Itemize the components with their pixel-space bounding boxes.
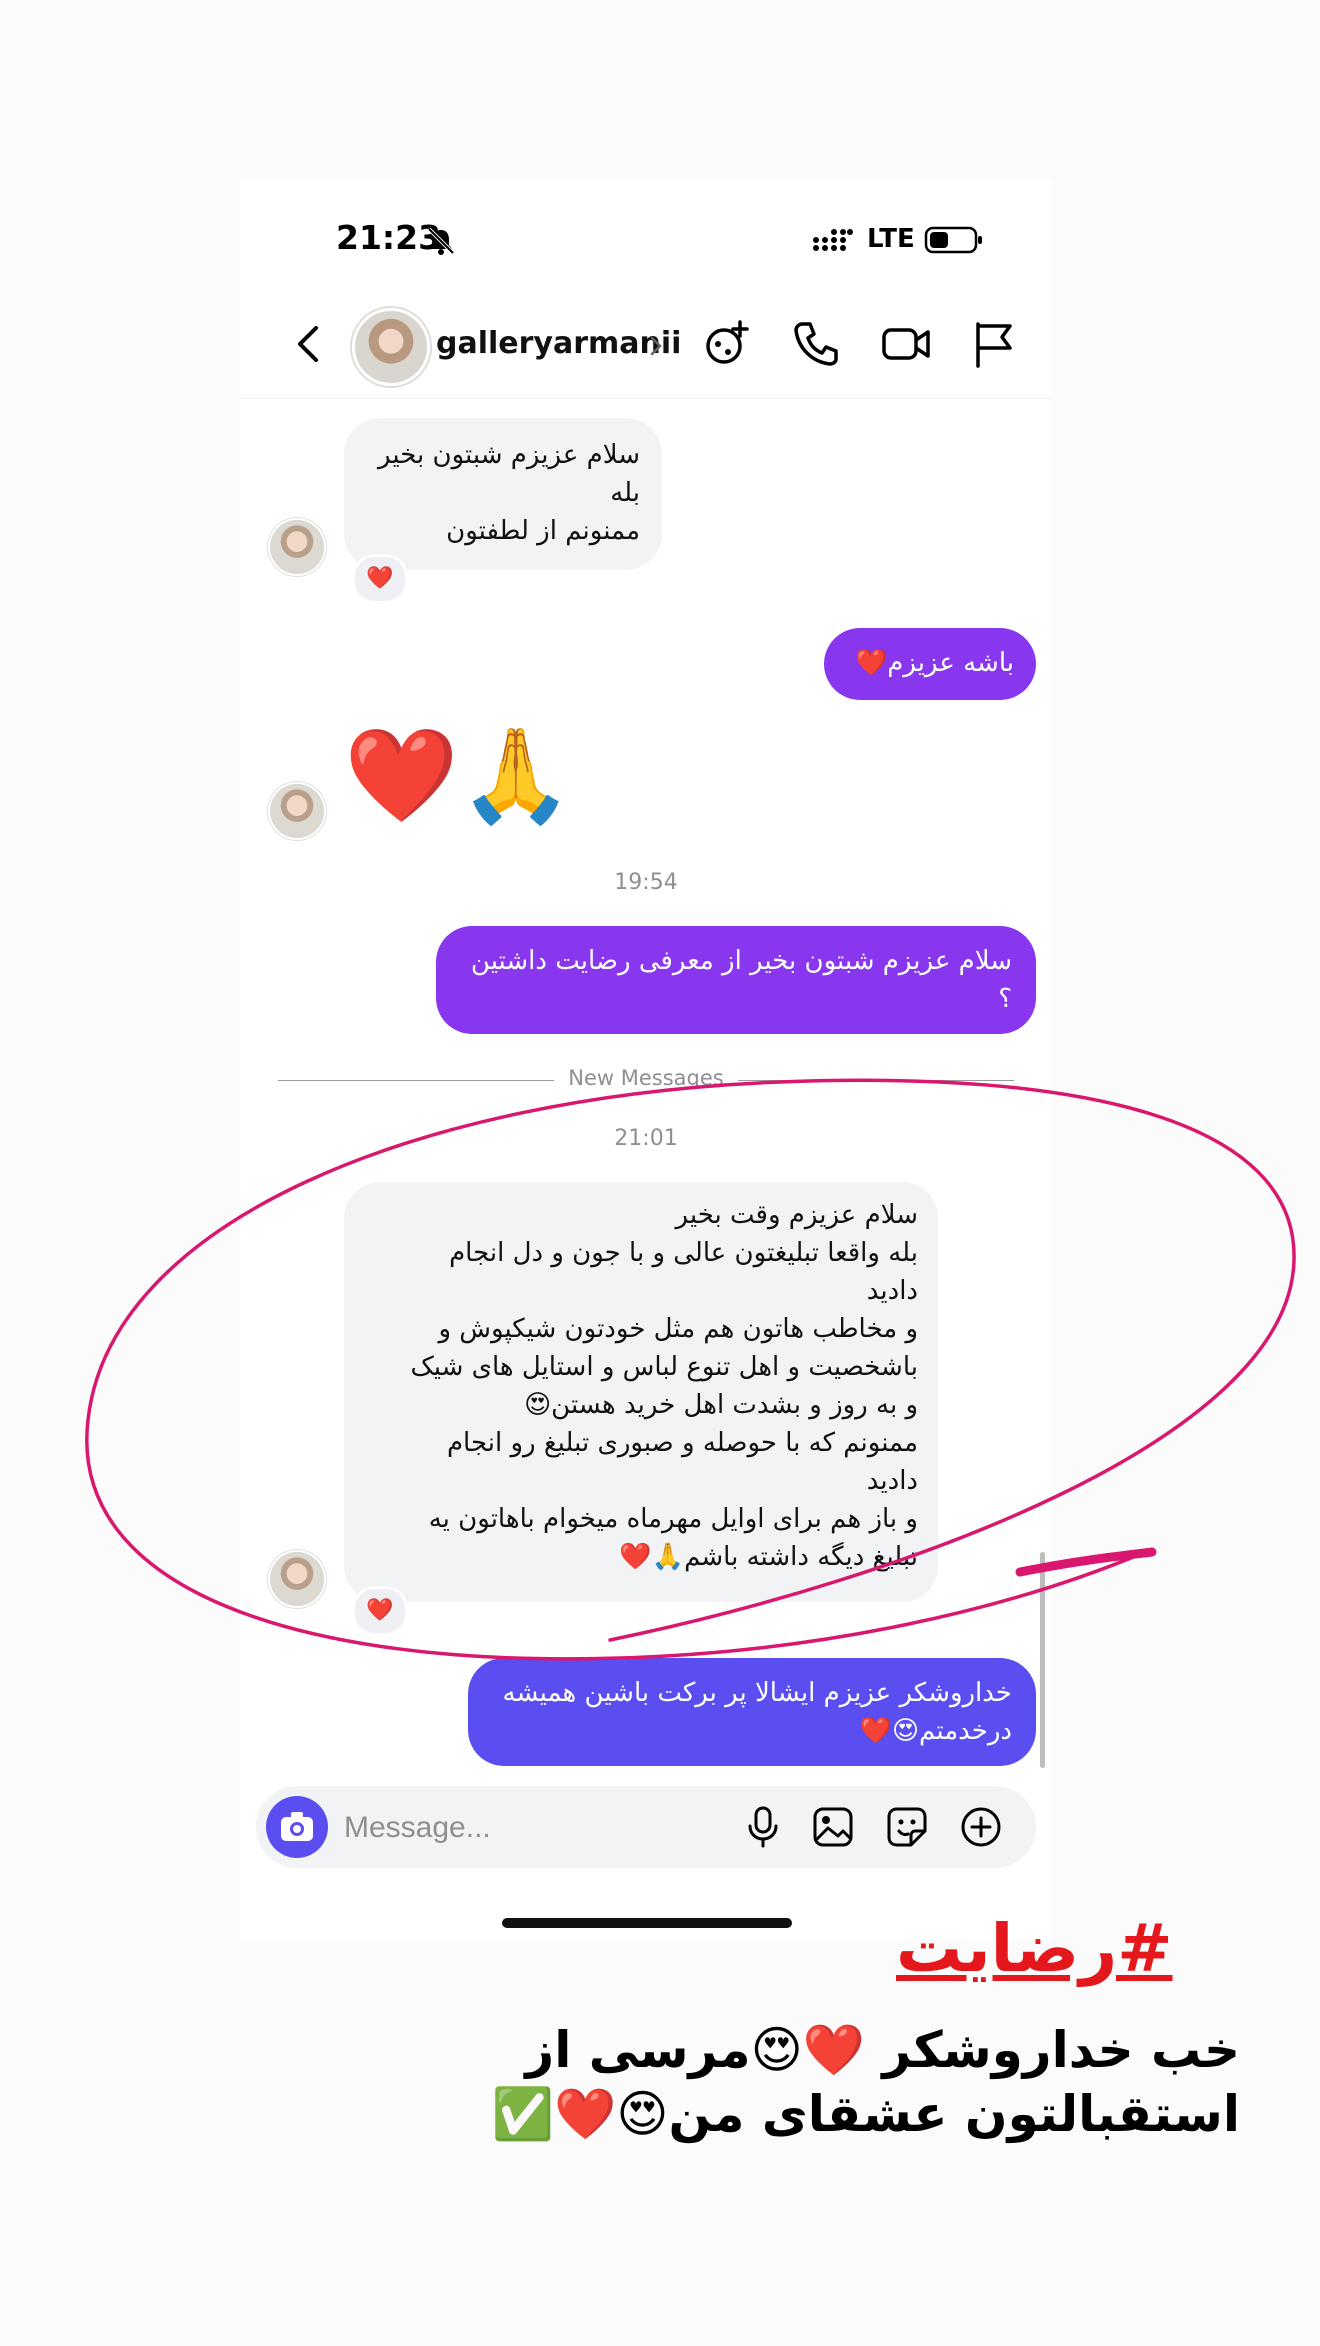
message-line: خداروشکر عزیزم ایشالا پر برکت باشین همیش… bbox=[502, 1678, 1012, 1708]
sticker-icon[interactable] bbox=[884, 1804, 930, 1850]
chevron-right-icon[interactable] bbox=[644, 330, 668, 362]
camera-button[interactable] bbox=[266, 1796, 328, 1858]
signal-icon bbox=[813, 229, 853, 251]
camera-icon bbox=[281, 1812, 313, 1841]
avatar[interactable] bbox=[268, 1550, 326, 1608]
back-chevron-icon[interactable] bbox=[284, 318, 336, 370]
message-line: سلام عزیزم شبتون بخیر از معرفی رضایت داش… bbox=[470, 946, 1012, 976]
outgoing-message[interactable]: سلام عزیزم شبتون بخیر از معرفی رضایت داش… bbox=[436, 926, 1036, 1034]
timestamp: 19:54 bbox=[614, 870, 678, 895]
home-indicator bbox=[502, 1918, 792, 1928]
message-line: دادید bbox=[866, 1466, 918, 1496]
avatar[interactable] bbox=[268, 782, 326, 840]
message-line: درخدمتم😍❤️ bbox=[859, 1716, 1012, 1746]
new-messages-divider: New Messages bbox=[278, 1066, 1014, 1096]
phone-icon[interactable] bbox=[790, 318, 842, 370]
caption-line: خب خداروشکر ❤️😍مرسی از bbox=[525, 2021, 1240, 2079]
new-messages-label: New Messages bbox=[568, 1066, 724, 1090]
message-line: ممنونم از لطفتون bbox=[446, 516, 640, 546]
effects-icon[interactable] bbox=[700, 318, 752, 370]
message-line: بله واقعا تبلیغتون عالی و با جون و دل ان… bbox=[449, 1238, 918, 1268]
scrollbar[interactable] bbox=[1040, 1552, 1045, 1768]
chat-screen: 21:23 LTE galleryarmanii سلام عزیزم شبتو… bbox=[240, 180, 1052, 1940]
outgoing-message[interactable]: باشه عزیزم❤️ bbox=[824, 628, 1036, 700]
network-label: LTE bbox=[867, 224, 915, 254]
video-icon[interactable] bbox=[880, 318, 932, 370]
heart-reaction[interactable]: ❤️ bbox=[352, 554, 408, 604]
heart-reaction[interactable]: ❤️ bbox=[352, 1586, 408, 1636]
outgoing-message[interactable]: خداروشکر عزیزم ایشالا پر برکت باشین همیش… bbox=[468, 1658, 1036, 1766]
message-line: ؟ bbox=[998, 984, 1012, 1014]
message-line: تبلیغ دیگه داشته باشم🙏❤️ bbox=[619, 1542, 918, 1572]
message-composer bbox=[256, 1786, 1036, 1868]
battery-icon bbox=[924, 226, 982, 254]
avatar[interactable] bbox=[268, 518, 326, 576]
message-line: سلام عزیزم وقت بخیر bbox=[675, 1200, 918, 1230]
bell-slash-icon bbox=[427, 227, 455, 255]
incoming-message[interactable]: سلام عزیزم شبتون بخیر بله ممنونم از لطفت… bbox=[344, 418, 662, 570]
message-line: ممنونم که با حوصله و صبوری تبلیغ رو انجا… bbox=[446, 1428, 918, 1458]
message-line: بله bbox=[610, 478, 640, 508]
gallery-icon[interactable] bbox=[810, 1804, 856, 1850]
plus-icon[interactable] bbox=[958, 1804, 1004, 1850]
incoming-message[interactable]: سلام عزیزم وقت بخیر بله واقعا تبلیغتون ع… bbox=[344, 1182, 938, 1602]
message-line: و به روز و بشدت اهل خرید هستن😍 bbox=[524, 1390, 918, 1420]
message-input[interactable] bbox=[342, 1800, 726, 1856]
divider-line bbox=[738, 1080, 1014, 1081]
emoji-message[interactable]: ❤️🙏 bbox=[344, 726, 573, 826]
flag-icon[interactable] bbox=[968, 318, 1020, 370]
hashtag-label: #رضایت bbox=[896, 1910, 1173, 1987]
message-line: باشه عزیزم❤️ bbox=[854, 648, 1014, 678]
message-line: و مخاطب هاتون هم مثل خودتون شیکپوش و bbox=[438, 1314, 918, 1344]
story-caption: خب خداروشکر ❤️😍مرسی از استقبالتون عشقای … bbox=[491, 2018, 1240, 2146]
caption-line: استقبالتون عشقای من😍❤️✅ bbox=[491, 2085, 1240, 2143]
timestamp: 21:01 bbox=[614, 1126, 678, 1151]
message-line: و باز هم برای اوایل مهرماه میخوام باهاتو… bbox=[428, 1504, 918, 1534]
header-divider bbox=[240, 398, 1052, 399]
message-line: دادید bbox=[866, 1276, 918, 1306]
message-line: باشخصیت و اهل تنوع لباس و استایل های شیک bbox=[410, 1352, 918, 1382]
message-line: سلام عزیزم شبتون بخیر bbox=[378, 440, 640, 470]
microphone-icon[interactable] bbox=[740, 1804, 786, 1850]
avatar[interactable] bbox=[352, 308, 430, 386]
